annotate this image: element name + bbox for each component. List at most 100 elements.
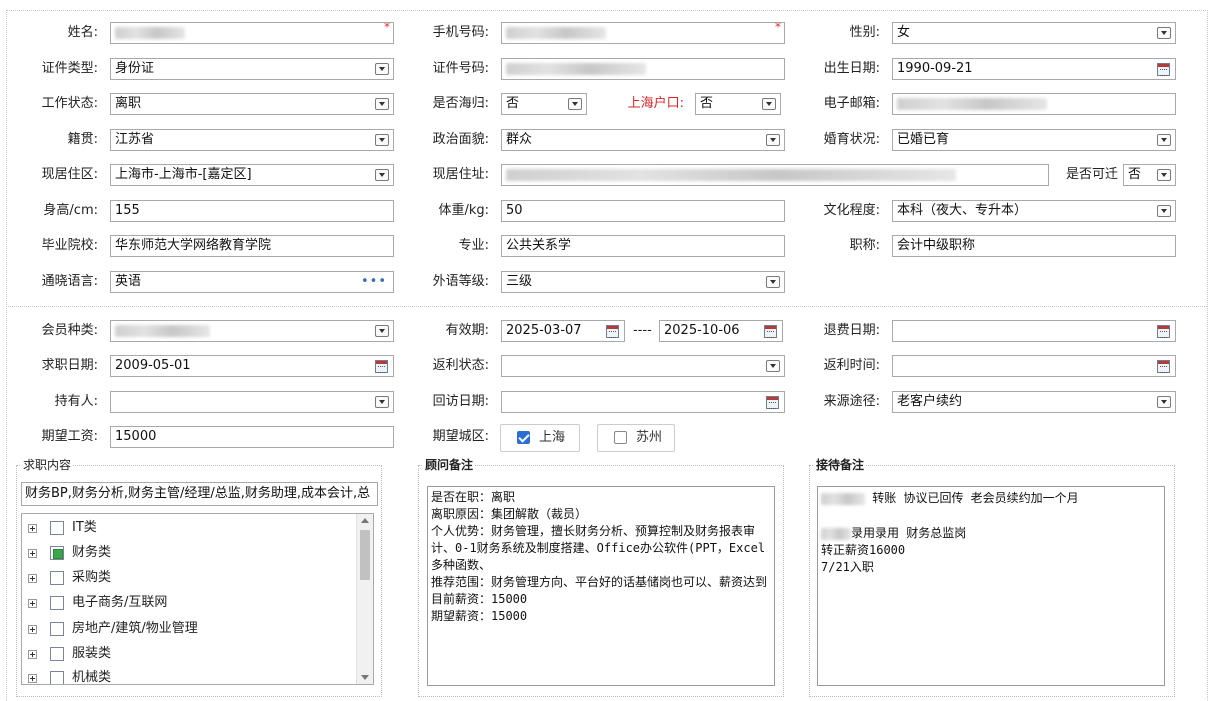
chevron-down-icon[interactable] <box>766 134 780 146</box>
title-field[interactable]: 会计中级职称 <box>892 235 1176 257</box>
chevron-down-icon[interactable] <box>375 325 389 337</box>
valid-label: 有效期: <box>445 323 489 338</box>
calendar-icon[interactable] <box>1157 360 1170 373</box>
school-field[interactable]: 华东师范大学网络教育学院 <box>110 235 394 257</box>
address-field[interactable] <box>501 164 1049 186</box>
refund-date-field[interactable] <box>892 320 1176 342</box>
native-label: 籍贯: <box>67 132 98 147</box>
tree-node-finance[interactable]: 财务类 <box>22 542 358 564</box>
revisit-date-field[interactable] <box>501 391 785 413</box>
calendar-icon[interactable] <box>764 325 777 338</box>
hukou-select[interactable]: 否 <box>695 93 781 115</box>
phone-field[interactable]: * <box>501 22 785 44</box>
expand-icon[interactable] <box>28 574 37 583</box>
name-field[interactable]: * <box>110 22 394 44</box>
title-label: 职称: <box>849 238 880 253</box>
scroll-down-icon[interactable] <box>361 675 369 680</box>
checkbox-icon[interactable] <box>50 571 64 585</box>
expand-icon[interactable] <box>28 524 37 533</box>
chevron-down-icon[interactable] <box>1157 134 1171 146</box>
residence-select[interactable]: 上海市-上海市-[嘉定区] <box>110 164 394 186</box>
checkbox-checked-icon[interactable] <box>517 431 530 444</box>
email-field[interactable] <box>892 93 1176 115</box>
chevron-down-icon[interactable] <box>766 360 780 372</box>
chevron-down-icon[interactable] <box>375 134 389 146</box>
tree-node-realestate[interactable]: 房地产/建筑/物业管理 <box>22 618 358 640</box>
work-status-select[interactable]: 离职 <box>110 93 394 115</box>
chevron-down-icon[interactable] <box>375 63 389 75</box>
expand-icon[interactable] <box>28 625 37 634</box>
job-category-tree[interactable]: IT类 财务类 采购类 电子商务/互联网 房地产/建筑/物业管理 服装类 机械类 <box>21 513 374 685</box>
member-type-select[interactable] <box>110 320 394 342</box>
tree-node-label: IT类 <box>72 520 97 535</box>
id-no-field[interactable] <box>501 58 785 80</box>
chevron-down-icon[interactable] <box>1157 205 1171 217</box>
checkbox-icon[interactable] <box>50 596 64 610</box>
calendar-icon[interactable] <box>1157 63 1170 76</box>
chevron-down-icon[interactable] <box>375 169 389 181</box>
checkbox-icon[interactable] <box>50 671 64 684</box>
politics-select[interactable]: 群众 <box>501 129 785 151</box>
tree-node-ecommerce[interactable]: 电子商务/互联网 <box>22 592 358 614</box>
job-content-summary[interactable]: 财务BP,财务分析,财务主管/经理/总监,财务助理,成本会计,总 <box>21 482 378 506</box>
calendar-icon[interactable] <box>606 325 619 338</box>
valid-to-field[interactable]: 2025-10-06 <box>659 320 783 342</box>
lang-level-select[interactable]: 三级 <box>501 271 785 293</box>
advisor-notes-textarea[interactable]: 是否在职：离职 离职原因：集团解散（裁员） 个人优势：财务管理，擅长财务分析、预… <box>427 486 775 686</box>
tree-node-purchasing[interactable]: 采购类 <box>22 567 358 589</box>
scroll-up-icon[interactable] <box>361 518 369 523</box>
id-type-value: 身份证 <box>115 61 155 76</box>
expand-icon[interactable] <box>28 650 37 659</box>
checkbox-icon[interactable] <box>614 431 627 444</box>
chevron-down-icon[interactable] <box>568 98 582 110</box>
tree-node-machinery[interactable]: 机械类 <box>22 667 358 684</box>
returnee-select[interactable]: 否 <box>501 93 587 115</box>
height-field[interactable]: 155 <box>110 200 394 222</box>
tree-node-it[interactable]: IT类 <box>22 517 358 539</box>
valid-from-value: 2025-03-07 <box>506 323 582 338</box>
relocate-select[interactable]: 否 <box>1123 164 1176 186</box>
reception-notes-textarea[interactable]: 转账 协议已回传 老会员续约加一个月 录用录用 财务总监岗 转正薪资16000 … <box>817 486 1165 686</box>
calendar-icon[interactable] <box>766 396 779 409</box>
tree-scrollbar[interactable] <box>356 514 373 684</box>
native-select[interactable]: 江苏省 <box>110 129 394 151</box>
language-field[interactable]: 英语 ••• <box>110 271 394 293</box>
chevron-down-icon[interactable] <box>375 98 389 110</box>
expand-icon[interactable] <box>28 599 37 608</box>
expand-icon[interactable] <box>28 549 37 558</box>
source-select[interactable]: 老客户续约 <box>892 391 1176 413</box>
job-date-field[interactable]: 2009-05-01 <box>110 355 394 377</box>
birth-date-field[interactable]: 1990-09-21 <box>892 58 1176 80</box>
more-icon[interactable]: ••• <box>361 275 387 288</box>
scroll-thumb[interactable] <box>360 530 370 580</box>
checkbox-icon[interactable] <box>50 521 64 535</box>
city-option-suzhou[interactable]: 苏州 <box>597 424 675 452</box>
valid-from-field[interactable]: 2025-03-07 <box>501 320 625 342</box>
date-range-separator: ---- <box>633 323 652 338</box>
advisor-notes-title: 顾问备注 <box>423 457 476 473</box>
rebate-status-select[interactable] <box>501 355 785 377</box>
education-select[interactable]: 本科（夜大、专升本） <box>892 200 1176 222</box>
chevron-down-icon[interactable] <box>1157 27 1171 39</box>
chevron-down-icon[interactable] <box>766 276 780 288</box>
native-value: 江苏省 <box>115 132 155 147</box>
chevron-down-icon[interactable] <box>375 396 389 408</box>
rebate-time-field[interactable] <box>892 355 1176 377</box>
marital-select[interactable]: 已婚已育 <box>892 129 1176 151</box>
salary-field[interactable]: 15000 <box>110 426 394 448</box>
id-type-select[interactable]: 身份证 <box>110 58 394 80</box>
tree-node-apparel[interactable]: 服装类 <box>22 643 358 665</box>
holder-select[interactable] <box>110 391 394 413</box>
chevron-down-icon[interactable] <box>1157 169 1171 181</box>
major-field[interactable]: 公共关系学 <box>501 235 785 257</box>
chevron-down-icon[interactable] <box>1157 396 1171 408</box>
city-option-shanghai[interactable]: 上海 <box>500 424 580 452</box>
checkbox-partial-icon[interactable] <box>50 546 64 560</box>
checkbox-icon[interactable] <box>50 647 64 661</box>
checkbox-icon[interactable] <box>50 622 64 636</box>
calendar-icon[interactable] <box>375 360 388 373</box>
calendar-icon[interactable] <box>1157 325 1170 338</box>
chevron-down-icon[interactable] <box>762 98 776 110</box>
gender-select[interactable]: 女 <box>892 22 1176 44</box>
weight-field[interactable]: 50 <box>501 200 785 222</box>
